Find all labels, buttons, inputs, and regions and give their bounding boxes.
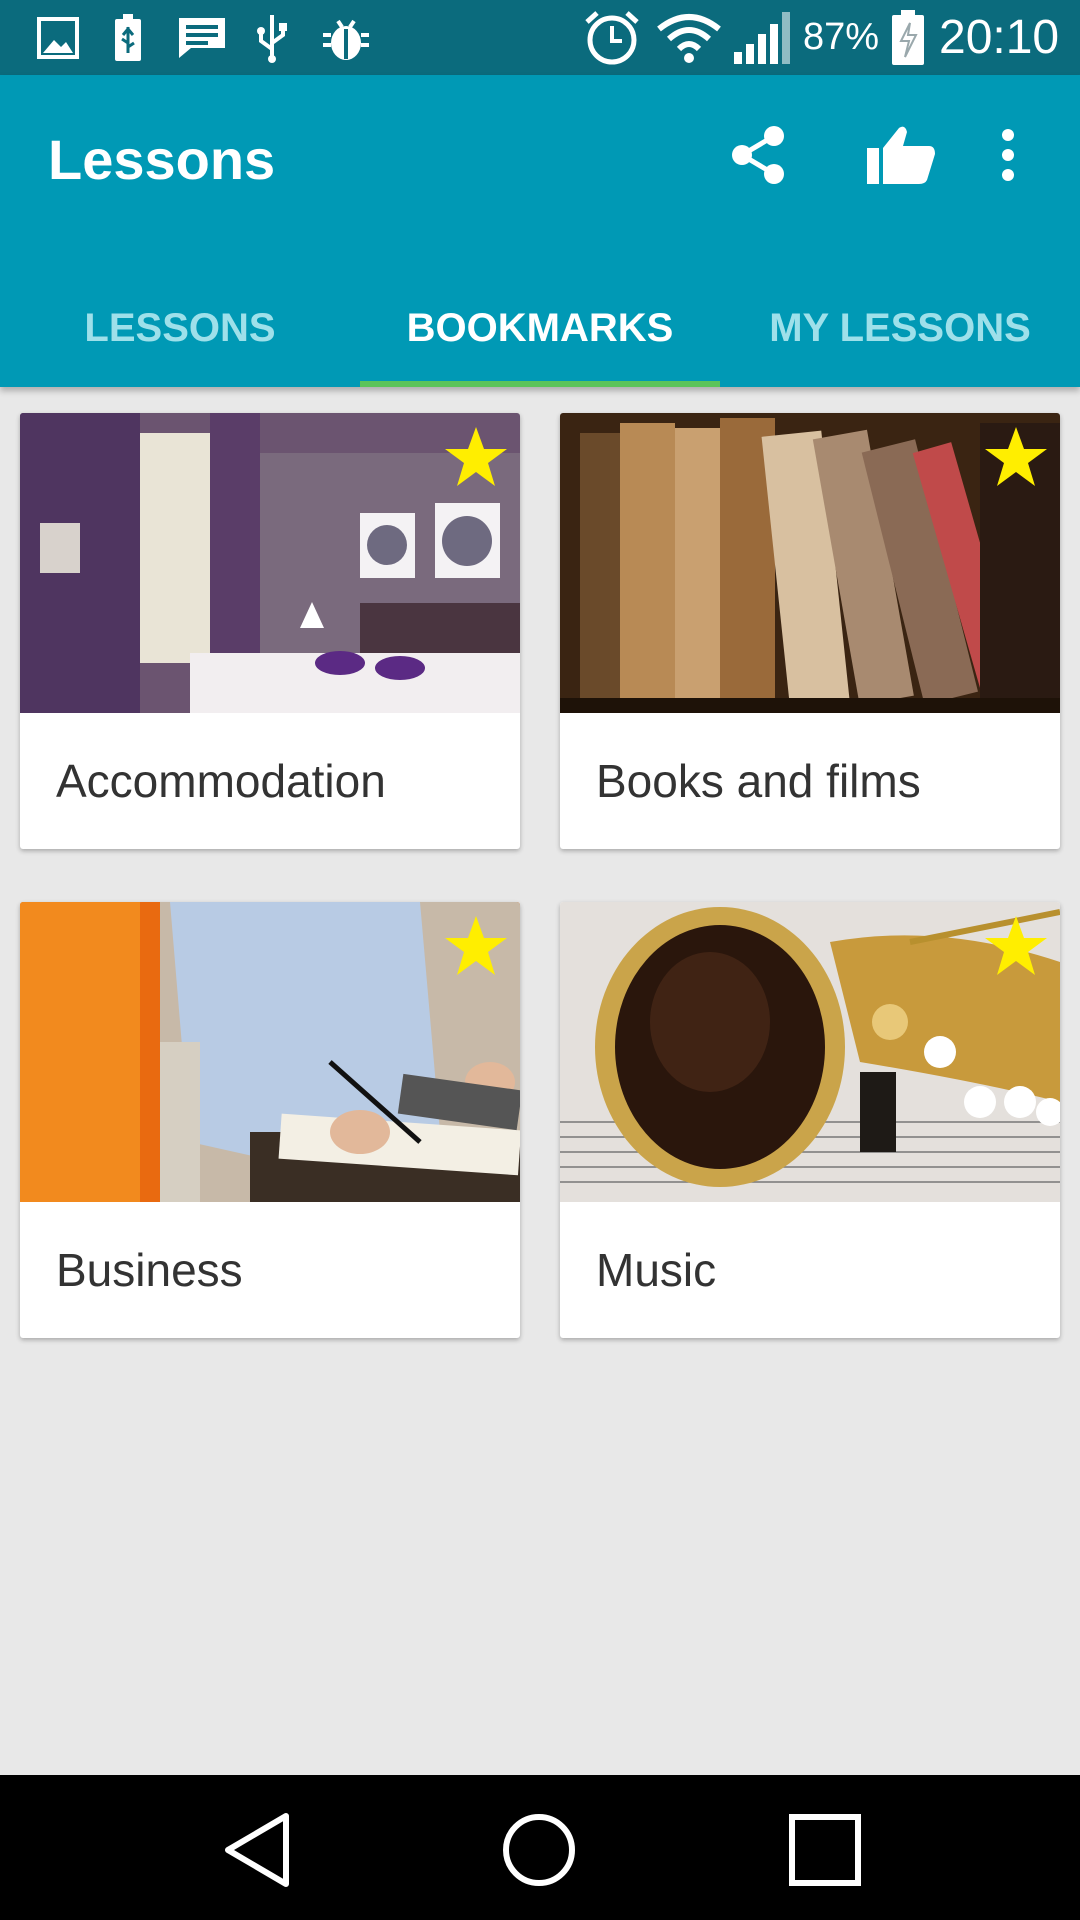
tab-label: LESSONS <box>84 306 276 350</box>
lesson-card-books-and-films[interactable]: Books and films <box>560 413 1060 849</box>
tab-my-lessons[interactable]: MY LESSONS <box>720 270 1080 387</box>
back-icon[interactable] <box>212 1805 302 1895</box>
lesson-card-business[interactable]: Business <box>20 902 520 1338</box>
bookmark-star-icon[interactable] <box>984 914 1048 978</box>
signal-icon <box>730 10 796 66</box>
tab-label: BOOKMARKS <box>406 306 674 350</box>
alarm-icon <box>580 10 644 66</box>
bookmark-star-icon[interactable] <box>444 914 508 978</box>
tab-bookmarks[interactable]: BOOKMARKS <box>360 270 720 387</box>
tab-lessons[interactable]: LESSONS <box>0 270 360 387</box>
card-title: Music <box>596 1244 717 1296</box>
message-icon <box>174 10 230 66</box>
battery-percent: 87% <box>803 16 880 58</box>
share-icon[interactable] <box>718 115 798 195</box>
thumbs-up-icon[interactable] <box>858 115 944 195</box>
recents-icon[interactable] <box>780 1805 870 1895</box>
battery-charging-icon <box>888 10 928 66</box>
more-vert-icon[interactable] <box>990 115 1026 195</box>
card-title: Business <box>56 1244 243 1296</box>
usb-icon <box>252 10 292 66</box>
lesson-card-music[interactable]: Music <box>560 902 1060 1338</box>
tab-label: MY LESSONS <box>769 306 1031 350</box>
card-title: Accommodation <box>56 755 386 807</box>
bookmark-star-icon[interactable] <box>444 425 508 489</box>
status-bar: 87% 20:10 <box>0 0 1080 75</box>
clock: 20:10 <box>939 11 1060 64</box>
page-title: Lessons <box>48 128 276 191</box>
bug-icon <box>318 10 374 66</box>
tab-bar: LESSONS BOOKMARKS MY LESSONS <box>0 270 1080 387</box>
navigation-bar <box>0 1775 1080 1920</box>
active-tab-indicator <box>360 381 720 387</box>
app-bar: Lessons LESSONS BOOKMARKS MY LESSONS <box>0 75 1080 387</box>
home-icon[interactable] <box>494 1805 584 1895</box>
image-icon <box>30 10 86 66</box>
lesson-card-accommodation[interactable]: Accommodation <box>20 413 520 849</box>
usb-battery-icon <box>108 10 148 66</box>
wifi-icon <box>654 10 724 66</box>
bookmark-star-icon[interactable] <box>984 425 1048 489</box>
card-title: Books and films <box>596 755 921 807</box>
